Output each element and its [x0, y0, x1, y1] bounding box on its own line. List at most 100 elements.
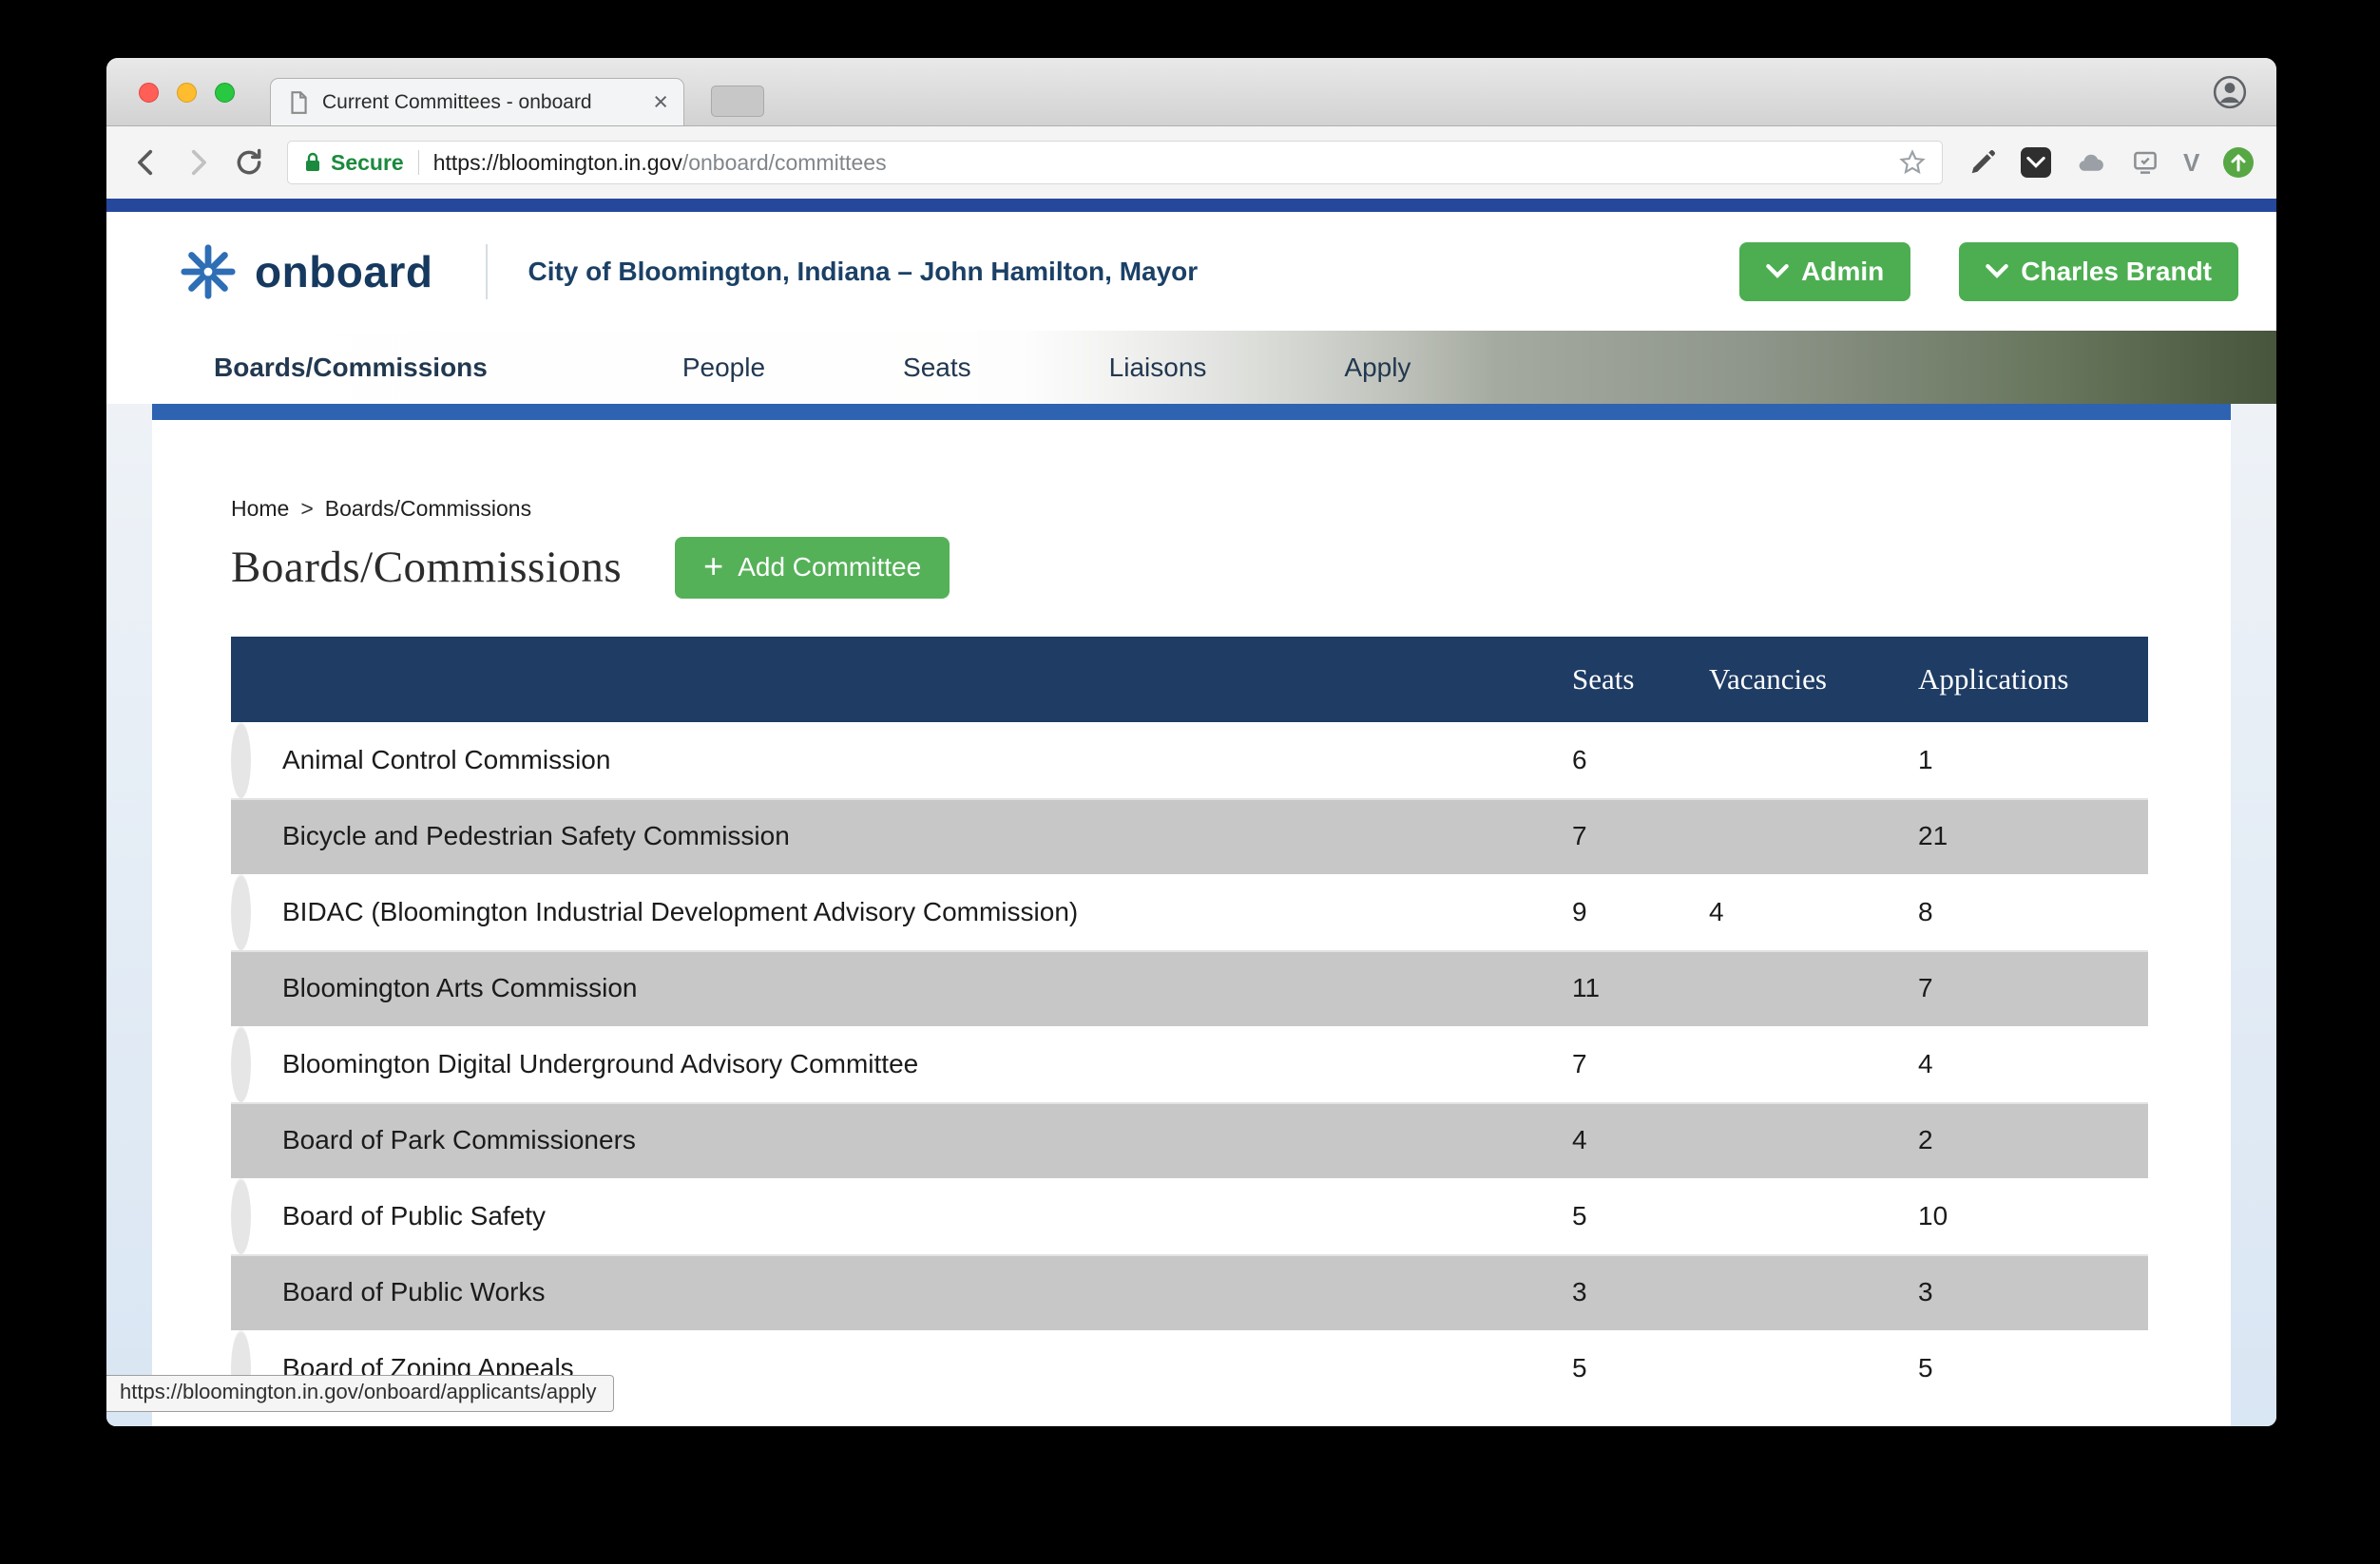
- committee-name: Board of Park Commissioners: [282, 1125, 636, 1154]
- new-tab-button[interactable]: [711, 86, 764, 117]
- applications-value: 1: [1918, 745, 1933, 774]
- extension-icons: V: [1968, 147, 2255, 178]
- applications-value: 5: [1918, 1353, 1933, 1383]
- browser-tab[interactable]: Current Committees - onboard ×: [270, 78, 684, 125]
- status-bubble: https://bloomington.in.gov/onboard/appli…: [106, 1375, 615, 1412]
- committee-name: Bloomington Arts Commission: [282, 973, 638, 1002]
- nav-item-seats[interactable]: Seats: [903, 353, 971, 383]
- nav-item-liaisons[interactable]: Liaisons: [1109, 353, 1207, 383]
- forward-icon[interactable]: [179, 143, 217, 181]
- zoom-window-button[interactable]: [215, 83, 235, 103]
- main-nav: Boards/Commissions People Seats Liaisons App…: [106, 331, 2276, 404]
- committee-name: Bicycle and Pedestrian Safety Commission: [282, 821, 790, 850]
- applications-value: 8: [1918, 897, 1933, 926]
- applications-value: 2: [1918, 1125, 1933, 1154]
- committee-name: Board of Public Works: [282, 1277, 546, 1307]
- content-card: Home > Boards/Commissions Boards/Commiss…: [152, 404, 2231, 1426]
- committees-table: Seats Vacancies Applications Animal Cont…: [231, 637, 2148, 1406]
- seats-value: 7: [1572, 821, 1587, 850]
- pen-extension-icon[interactable]: [1968, 148, 1997, 177]
- user-menu-button[interactable]: Charles Brandt: [1959, 241, 2238, 301]
- applications-value: 21: [1918, 821, 1948, 850]
- breadcrumb-current: Boards/Commissions: [324, 495, 532, 521]
- tab-strip: Current Committees - onboard ×: [106, 58, 2276, 126]
- tab-title: Current Committees - onboard: [322, 90, 592, 113]
- vacancies-value: 4: [1709, 897, 1724, 926]
- lock-icon: [303, 151, 322, 174]
- omnibox-divider: [417, 150, 419, 175]
- add-committee-button[interactable]: + Add Committee: [675, 536, 950, 599]
- secure-label: Secure: [331, 149, 404, 175]
- onboard-logo-text[interactable]: onboard: [255, 246, 432, 297]
- seats-value: 4: [1572, 1125, 1587, 1154]
- table-row[interactable]: Board of Park Commissioners 4 2: [231, 1102, 2148, 1178]
- user-menu-label: Charles Brandt: [2021, 256, 2212, 286]
- seats-value: 5: [1572, 1353, 1587, 1383]
- url-path: /onboard/committees: [681, 149, 887, 175]
- plus-icon: +: [703, 545, 724, 585]
- applications-value: 4: [1918, 1049, 1933, 1078]
- applications-value: 7: [1918, 973, 1933, 1002]
- seats-value: 9: [1572, 897, 1587, 926]
- admin-menu-button[interactable]: Admin: [1739, 241, 1911, 301]
- shield-chevron-extension-icon[interactable]: [2021, 147, 2051, 178]
- table-row[interactable]: Bloomington Digital Underground Advisory…: [231, 1026, 1933, 1102]
- site-header: onboard City of Bloomington, Indiana – J…: [106, 212, 2276, 331]
- committee-name: Bloomington Digital Underground Advisory…: [282, 1049, 919, 1078]
- column-header-vacancies: Vacancies: [1709, 662, 1827, 696]
- header-divider: [486, 243, 489, 299]
- browser-toolbar: Secure https://bloomington.in.gov /onboa…: [106, 126, 2276, 199]
- table-row[interactable]: Bloomington Arts Commission 11 7: [231, 950, 2148, 1026]
- column-header-seats: Seats: [1572, 662, 1635, 696]
- add-committee-label: Add Committee: [738, 552, 922, 582]
- v-extension-icon[interactable]: V: [2183, 148, 2199, 178]
- address-bar[interactable]: Secure https://bloomington.in.gov /onboa…: [287, 141, 1943, 184]
- seats-value: 11: [1572, 973, 1601, 1002]
- admin-menu-label: Admin: [1801, 256, 1885, 286]
- table-row[interactable]: BIDAC (Bloomington Industrial Developmen…: [231, 874, 1933, 950]
- site-tagline: City of Bloomington, Indiana – John Hami…: [528, 256, 1199, 286]
- table-row[interactable]: Animal Control Commission 6 1: [231, 722, 1933, 798]
- profile-icon[interactable]: [2210, 72, 2250, 112]
- committees-table-body: Animal Control Commission 6 1 Bicycle and P…: [231, 722, 2148, 1406]
- seats-value: 3: [1572, 1277, 1587, 1307]
- page-favicon-icon: [286, 90, 311, 115]
- chevron-down-icon: [1766, 264, 1789, 278]
- reload-icon[interactable]: [230, 143, 268, 181]
- breadcrumb-home-link[interactable]: Home: [231, 496, 289, 522]
- column-header-applications: Applications: [1918, 662, 2069, 696]
- seats-value: 5: [1572, 1201, 1587, 1230]
- page-background: Home > Boards/Commissions Boards/Commiss…: [106, 404, 2276, 1426]
- site-top-blue-bar: [106, 199, 2276, 212]
- applications-value: 3: [1918, 1277, 1933, 1307]
- committee-name: BIDAC (Bloomington Industrial Developmen…: [282, 897, 1079, 926]
- url-host: https://bloomington.in.gov: [432, 149, 682, 175]
- browser-window: Current Committees - onboard × Secure ht…: [106, 58, 2276, 1426]
- upload-circle-extension-icon[interactable]: [2223, 147, 2255, 178]
- onboard-logo-icon: [179, 242, 238, 301]
- cloud-extension-icon[interactable]: [2075, 148, 2107, 177]
- page-title: Boards/Commissions: [231, 543, 623, 592]
- bookmark-star-icon[interactable]: [1898, 148, 1927, 177]
- title-row: Boards/Commissions + Add Committee: [231, 534, 2231, 601]
- committee-name: Board of Public Safety: [282, 1201, 547, 1230]
- table-header-row: Seats Vacancies Applications: [231, 637, 2148, 722]
- table-row[interactable]: Board of Public Works 3 3: [231, 1254, 2148, 1330]
- seats-value: 7: [1572, 1049, 1587, 1078]
- minimize-window-button[interactable]: [177, 83, 197, 103]
- nav-item-apply[interactable]: Apply: [1344, 353, 1411, 383]
- committee-name: Animal Control Commission: [282, 745, 611, 774]
- close-window-button[interactable]: [139, 83, 159, 103]
- breadcrumb-separator: >: [300, 495, 314, 521]
- seats-value: 6: [1572, 745, 1587, 774]
- breadcrumb: Home > Boards/Commissions: [231, 494, 2231, 523]
- back-icon[interactable]: [127, 143, 165, 181]
- applications-value: 10: [1918, 1201, 1948, 1230]
- nav-item-boards-commissions[interactable]: Boards/Commissions: [214, 353, 488, 383]
- capture-extension-icon[interactable]: [2131, 148, 2159, 177]
- tab-close-icon[interactable]: ×: [653, 89, 668, 115]
- nav-item-people[interactable]: People: [682, 353, 765, 383]
- table-row[interactable]: Bicycle and Pedestrian Safety Commission…: [231, 798, 2148, 874]
- chevron-down-icon: [1986, 264, 2009, 278]
- table-row[interactable]: Board of Public Safety 5 10: [231, 1178, 1948, 1254]
